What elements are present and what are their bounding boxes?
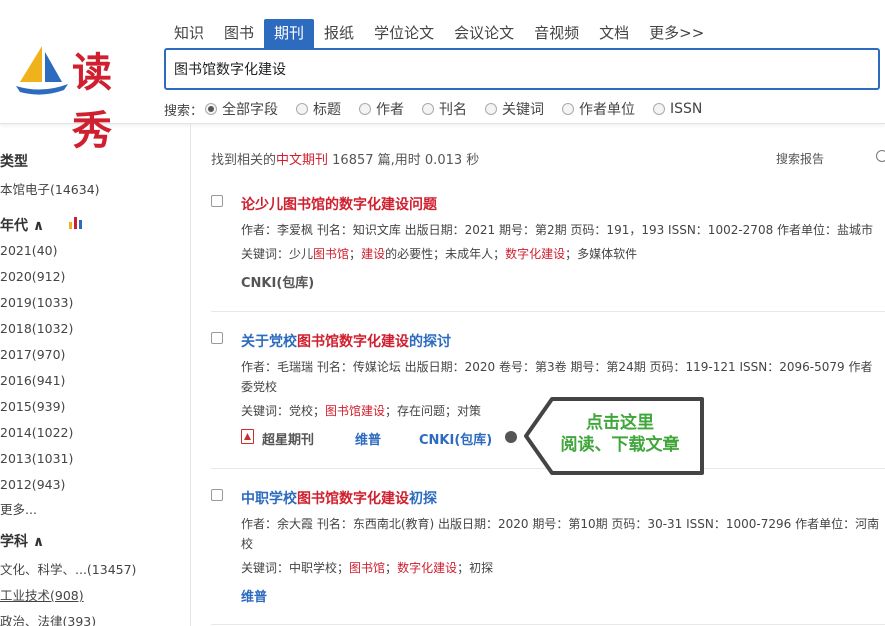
filter-year-2021[interactable]: 2021(40) [0,243,57,258]
pointer-dot-icon [505,431,517,443]
subject-heading[interactable]: 学科 ∧ [0,531,44,551]
pdf-icon [241,429,254,444]
tab-knowledge[interactable]: 知识 [164,19,214,48]
radio-selected-icon [205,103,218,115]
radio-icon [422,103,435,115]
scope-title[interactable]: 标题 [296,99,341,119]
source-cnki[interactable]: CNKI(包库) [241,272,314,291]
scope-author[interactable]: 作者 [359,99,404,119]
result-meta-extra: 校 [241,537,254,551]
bar-chart-icon[interactable] [68,215,84,229]
result-title[interactable]: 关于党校图书馆数字化建设的探讨 [241,331,451,351]
result-checkbox[interactable] [211,332,223,344]
radio-icon [562,103,575,115]
scope-all-fields[interactable]: 全部字段 [205,99,278,119]
divider [211,311,885,312]
source-weipu[interactable]: 维普 [355,429,381,448]
filter-subject-politics[interactable]: 政治、法律(393) [0,611,96,626]
filter-year-2019[interactable]: 2019(1033) [0,295,73,310]
filter-year-2012[interactable]: 2012(943) [0,477,65,492]
tab-newspapers[interactable]: 报纸 [314,19,364,48]
result-title[interactable]: 中职学校图书馆数字化建设初探 [241,488,437,508]
scope-label: 搜索： [164,103,204,119]
filter-year-2016[interactable]: 2016(941) [0,373,65,388]
result-keywords: 关键词：中职学校；图书馆；数字化建设；初探 [241,561,494,575]
source-cnki[interactable]: CNKI(包库) [419,429,492,448]
filter-subject-industry[interactable]: 工业技术(908) [0,585,84,604]
sailboat-icon [16,46,68,95]
year-heading[interactable]: 年代 ∧ [0,215,44,235]
source-weipu[interactable]: 维普 [241,586,267,605]
filter-year-2014[interactable]: 2014(1022) [0,425,73,440]
filter-year-2020[interactable]: 2020(912) [0,269,65,284]
search-box [164,48,880,90]
filter-sidebar: 类型 本馆电子(14634) 年代 ∧ 2021(40) 2020(912) 2… [0,124,191,626]
tab-journals[interactable]: 期刊 [264,19,315,48]
settings-icon[interactable] [876,150,885,162]
search-report-link[interactable]: 搜索报告 [776,150,824,167]
tab-theses[interactable]: 学位论文 [364,19,444,48]
header: 读秀 知识 图书 期刊 报纸 学位论文 会议论文 音视频 文档 更多>> 搜索：… [0,0,885,154]
scope-journal-name[interactable]: 刊名 [422,99,467,119]
result-checkbox[interactable] [211,195,223,207]
filter-year-more[interactable]: 更多... [0,499,37,518]
divider [211,624,885,625]
source-chaoxing[interactable]: 超星期刊 [262,429,314,448]
result-summary: 找到相关的中文期刊 16857 篇,用时 0.013 秒 [211,153,480,168]
type-heading: 类型 [0,154,28,170]
scope-keyword[interactable]: 关键词 [485,99,544,119]
tab-documents[interactable]: 文档 [589,19,639,48]
result-title[interactable]: 论少儿图书馆的数字化建设问题 [241,194,437,214]
result-keywords: 关键词：少儿图书馆；建设的必要性；未成年人；数字化建设；多媒体软件 [241,247,638,261]
radio-icon [296,103,309,115]
search-scope: 搜索： 全部字段 标题 作者 刊名 关键词 作者单位 ISSN [164,99,720,119]
result-meta-extra: 委党校 [241,380,278,394]
result-meta: 作者：余大霞 刊名：东西南北(教育) 出版日期：2020 期号：第10期 页码：… [241,517,880,531]
radio-icon [653,103,666,115]
tab-more[interactable]: 更多>> [639,19,714,48]
scope-author-unit[interactable]: 作者单位 [562,99,635,119]
search-input[interactable] [166,50,878,88]
results-panel: 找到相关的中文期刊 16857 篇,用时 0.013 秒 搜索报告 论少儿图书馆… [192,124,885,626]
radio-icon [359,103,372,115]
filter-type-local[interactable]: 本馆电子(14634) [0,179,100,198]
filter-subject-culture[interactable]: 文化、科学、...(13457) [0,559,136,578]
result-checkbox[interactable] [211,489,223,501]
tab-books[interactable]: 图书 [214,19,264,48]
tab-conference-papers[interactable]: 会议论文 [444,19,524,48]
filter-year-2017[interactable]: 2017(970) [0,347,65,362]
result-type[interactable]: 中文期刊 [276,153,328,168]
result-keywords: 关键词：党校；图书馆建设；存在问题；对策 [241,404,482,418]
filter-year-2015[interactable]: 2015(939) [0,399,65,414]
result-meta: 作者：毛瑞瑞 刊名：传媒论坛 出版日期：2020 卷号：第3卷 期号：第24期 … [241,360,873,374]
duxiu-logo[interactable]: 读秀 [14,42,144,154]
scope-issn[interactable]: ISSN [653,101,702,117]
callout-text: 点击这里 阅读、下载文章 [545,412,695,456]
nav-tabs: 知识 图书 期刊 报纸 学位论文 会议论文 音视频 文档 更多>> [164,19,714,48]
tab-audio-video[interactable]: 音视频 [524,19,589,48]
filter-year-2018[interactable]: 2018(1032) [0,321,73,336]
callout-line-2: 阅读、下载文章 [560,435,680,455]
radio-icon [485,103,498,115]
result-meta: 作者：李爱枫 刊名：知识文库 出版日期：2021 期号：第2期 页码：191，1… [241,223,874,237]
filter-year-2013[interactable]: 2013(1031) [0,451,73,466]
callout-line-1: 点击这里 [586,413,654,433]
